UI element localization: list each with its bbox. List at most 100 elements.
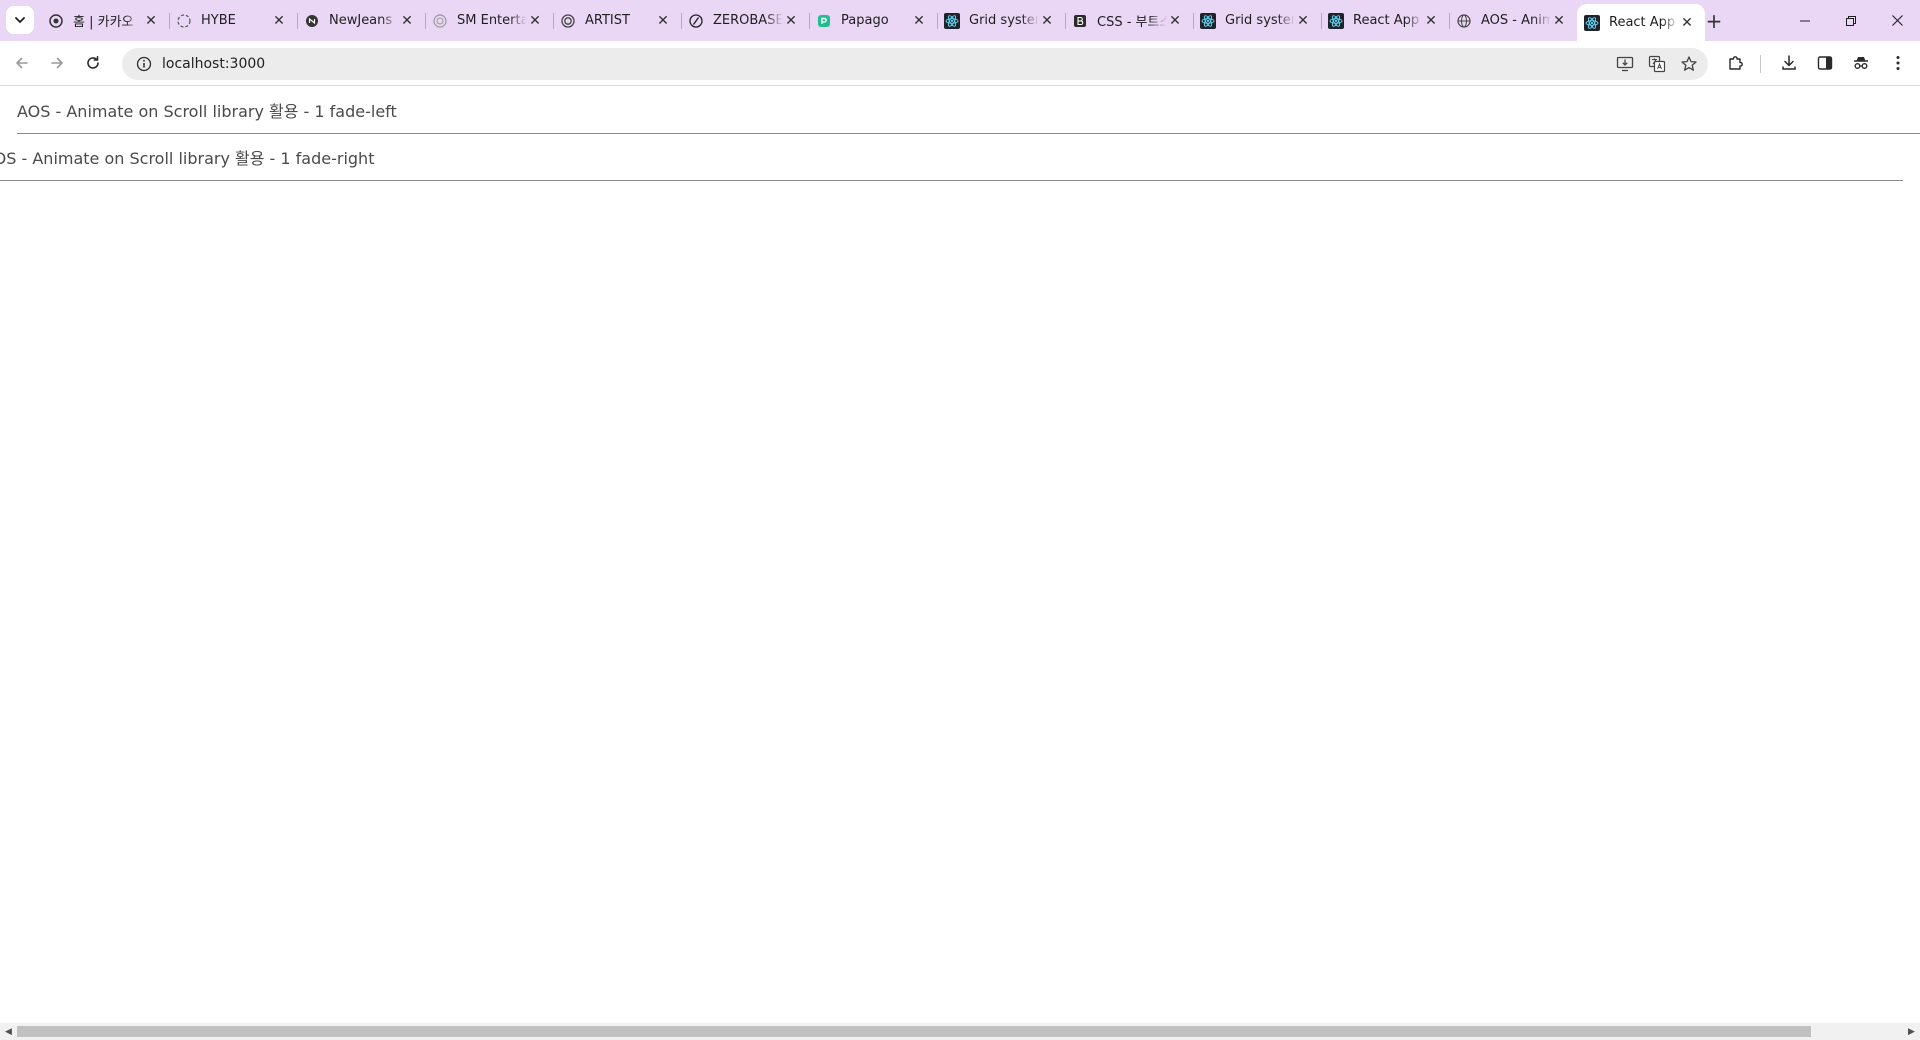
tab-title: Grid system	[969, 13, 1039, 28]
newjeans-icon	[304, 13, 320, 29]
tab-title: AOS - Animate	[1481, 13, 1551, 28]
tab-close-icon[interactable]: ✕	[1039, 13, 1055, 29]
close-icon	[1891, 15, 1903, 26]
tab[interactable]: HYBE ✕	[169, 0, 297, 41]
incognito-icon	[1854, 57, 1868, 69]
side-panel-icon	[1817, 56, 1833, 70]
tab[interactable]: AOS - Animate ✕	[1449, 0, 1577, 41]
papago-icon	[816, 13, 832, 29]
globe-icon	[1456, 13, 1472, 29]
tab-search-button[interactable]	[6, 6, 34, 34]
menu-button[interactable]	[1884, 49, 1912, 77]
close-window-button[interactable]	[1874, 0, 1920, 41]
browser-toolbar: localhost:3000	[0, 41, 1920, 86]
tab-close-icon[interactable]: ✕	[1423, 13, 1439, 29]
reload-button[interactable]	[79, 49, 107, 77]
tab[interactable]: ARTIST ✕	[553, 0, 681, 41]
tab-close-icon[interactable]: ✕	[271, 13, 287, 29]
tab[interactable]: ZEROBASE ✕	[681, 0, 809, 41]
tab-title: Papago	[841, 13, 889, 28]
zerobase-icon	[688, 13, 704, 29]
horizontal-scrollbar[interactable]: ◀ ▶	[0, 1023, 1920, 1040]
site-info-button[interactable]	[128, 48, 160, 80]
tab-close-icon[interactable]: ✕	[399, 13, 415, 29]
tab-active[interactable]: React App ✕	[1577, 4, 1705, 41]
download-icon	[1782, 55, 1796, 70]
tab-title: SM Entertainment	[457, 13, 527, 28]
address-bar-actions	[1614, 48, 1700, 80]
tab[interactable]: 홈 | 카카오 ✕	[41, 0, 169, 41]
aos-item-text: AOS - Animate on Scroll library 활용 - 1 f…	[0, 149, 375, 168]
tab[interactable]: Grid system ✕	[1193, 0, 1321, 41]
page-content: AOS - Animate on Scroll library 활용 - 1 f…	[0, 87, 1920, 1023]
tab-close-icon[interactable]: ✕	[1551, 13, 1567, 29]
tab-title: React App	[1353, 13, 1420, 28]
react-icon	[944, 12, 960, 29]
forward-button[interactable]	[43, 49, 71, 77]
chevron-down-icon	[15, 17, 25, 24]
tab-close-icon[interactable]: ✕	[1167, 13, 1183, 29]
aos-item-fade-right: AOS - Animate on Scroll library 활용 - 1 f…	[0, 134, 1903, 181]
translate-icon	[1648, 55, 1666, 73]
tab-close-icon[interactable]: ✕	[783, 13, 799, 29]
hybe-icon	[176, 13, 192, 29]
kakao-icon	[48, 13, 64, 29]
address-url[interactable]: localhost:3000	[162, 56, 265, 72]
tab-close-icon[interactable]: ✕	[1295, 13, 1311, 29]
tab[interactable]: Grid system ✕	[937, 0, 1065, 41]
arrow-left-icon	[16, 57, 28, 69]
address-bar[interactable]: localhost:3000	[122, 48, 1708, 80]
tab[interactable]: SM Entertainment ✕	[425, 0, 553, 41]
tab-title: ARTIST	[585, 13, 630, 28]
aos-item-fade-left: AOS - Animate on Scroll library 활용 - 1 f…	[17, 87, 1920, 134]
restore-icon	[1846, 15, 1856, 26]
tab-title: React App	[1609, 15, 1676, 30]
tab-close-icon[interactable]: ✕	[1679, 15, 1695, 31]
tab[interactable]: NewJeans ✕	[297, 0, 425, 41]
aos-item-text: AOS - Animate on Scroll library 활용 - 1 f…	[17, 102, 397, 121]
tab[interactable]: React App ✕	[1321, 0, 1449, 41]
profile-button[interactable]	[1847, 49, 1875, 77]
tab-title: ZEROBASE	[713, 13, 783, 28]
scrollbar-thumb[interactable]	[17, 1026, 1811, 1037]
artist-icon	[560, 13, 576, 29]
reload-icon	[87, 56, 99, 69]
window-controls	[1782, 0, 1920, 41]
puzzle-icon	[1729, 56, 1743, 70]
tab-close-icon[interactable]: ✕	[143, 13, 159, 29]
tab-close-icon[interactable]: ✕	[527, 13, 543, 29]
tab-close-icon[interactable]: ✕	[911, 13, 927, 29]
minimize-button[interactable]	[1782, 0, 1828, 41]
react-icon	[1328, 12, 1344, 29]
tab[interactable]: Papago ✕	[809, 0, 937, 41]
toolbar-divider	[1760, 55, 1761, 73]
star-icon	[1681, 56, 1697, 71]
install-app-button[interactable]	[1614, 53, 1636, 75]
scroll-left-arrow-icon[interactable]: ◀	[0, 1023, 17, 1040]
back-button[interactable]	[8, 49, 36, 77]
translate-button[interactable]	[1646, 53, 1668, 75]
react-icon	[1200, 12, 1216, 29]
tab-title: Grid system	[1225, 13, 1295, 28]
extensions-button[interactable]	[1722, 49, 1750, 77]
bookmark-button[interactable]	[1678, 53, 1700, 75]
bootstrap-icon	[1072, 13, 1088, 29]
minimize-icon	[1800, 20, 1810, 21]
tab-title: NewJeans	[329, 13, 393, 28]
side-panel-button[interactable]	[1811, 49, 1839, 77]
tab-list: 홈 | 카카오 ✕ HYBE ✕ NewJeans ✕ SM Entertain…	[41, 0, 1705, 41]
restore-button[interactable]	[1828, 0, 1874, 41]
tab-strip: 홈 | 카카오 ✕ HYBE ✕ NewJeans ✕ SM Entertain…	[0, 0, 1920, 41]
sm-icon	[432, 13, 448, 29]
tab[interactable]: CSS - 부트스트랩 ✕	[1065, 0, 1193, 41]
tab-title: 홈 | 카카오	[73, 15, 134, 30]
tab-close-icon[interactable]: ✕	[655, 13, 671, 29]
scroll-right-arrow-icon[interactable]: ▶	[1903, 1023, 1920, 1040]
downloads-button[interactable]	[1775, 49, 1803, 77]
react-icon	[1584, 14, 1600, 31]
tab-title: CSS - 부트스트랩	[1097, 15, 1167, 30]
more-vert-icon	[1896, 56, 1900, 70]
install-app-icon	[1616, 56, 1634, 72]
new-tab-button[interactable]: +	[1701, 8, 1727, 34]
arrow-right-icon	[51, 57, 63, 69]
